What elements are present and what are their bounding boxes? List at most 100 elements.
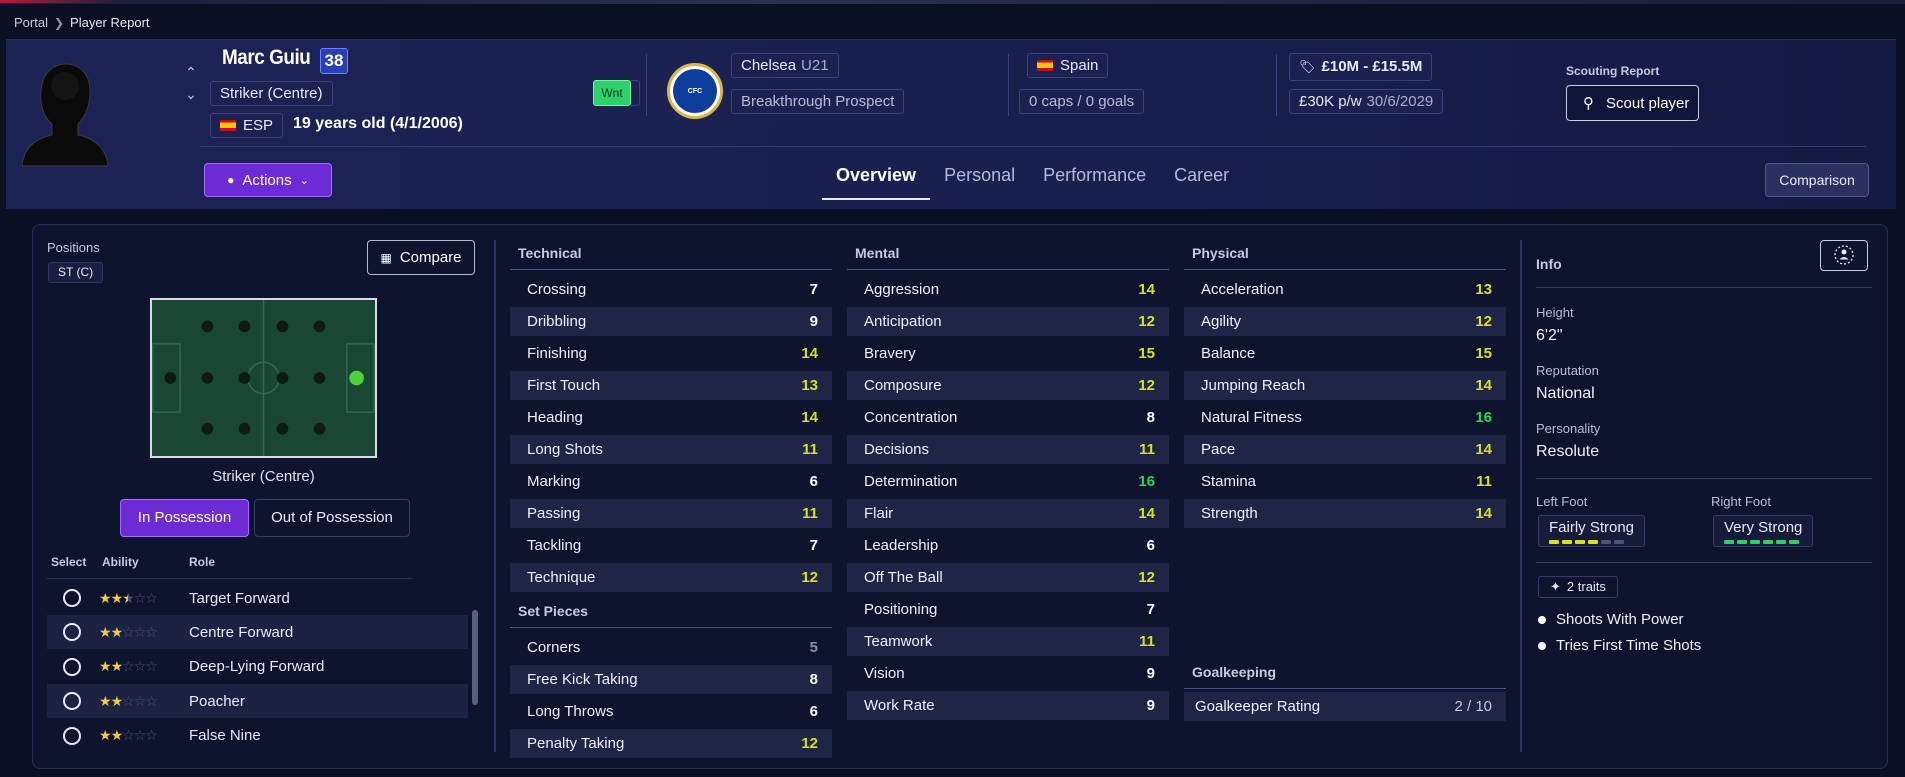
- trait-item: Shoots With Power: [1538, 611, 1684, 628]
- breadcrumb: Portal ❯ Player Report: [14, 15, 150, 30]
- role-radio[interactable]: [63, 692, 81, 711]
- attribute-value: 12: [801, 735, 818, 752]
- wanted-badge-dropdown[interactable]: [631, 80, 640, 106]
- attribute-name: Flair: [864, 505, 894, 522]
- role-row[interactable]: ★★☆☆☆ Deep-Lying Forward: [47, 650, 468, 684]
- info-divider: [1536, 287, 1872, 288]
- attribute-value: 15: [1138, 345, 1155, 362]
- attribute-value: 16: [1475, 409, 1492, 426]
- left-foot-chip: Fairly Strong: [1538, 515, 1646, 547]
- player-position-chip: Striker (Centre): [210, 81, 333, 106]
- attribute-value: 9: [809, 313, 818, 330]
- attribute-row: Composure 12: [847, 371, 1169, 400]
- wanted-badge[interactable]: Wnt: [593, 80, 631, 106]
- technical-title: Technical: [518, 245, 582, 261]
- tab-performance[interactable]: Performance: [1029, 161, 1160, 200]
- previous-player-button[interactable]: ⌃: [182, 64, 200, 80]
- attribute-name: Natural Fitness: [1201, 409, 1302, 426]
- comparison-button[interactable]: Comparison: [1765, 163, 1869, 197]
- roles-header-select: Select: [51, 555, 87, 569]
- goalkeeping-divider: [1184, 688, 1506, 689]
- roles-header-ability: Ability: [102, 555, 139, 569]
- tab-personal[interactable]: Personal: [930, 161, 1029, 200]
- role-name: Target Forward: [189, 589, 290, 607]
- attribute-value: 7: [809, 537, 818, 554]
- header-divider: [200, 146, 1866, 147]
- club-chip[interactable]: Chelsea U21: [731, 53, 839, 78]
- in-possession-toggle[interactable]: In Possession: [120, 499, 249, 537]
- scout-player-button[interactable]: ⚲ Scout player: [1566, 85, 1699, 121]
- attribute-row: Heading 14: [510, 403, 832, 432]
- sparkle-icon: ✦: [1550, 579, 1561, 594]
- star-rating-icon: ★★☆☆☆: [99, 727, 158, 744]
- position-chip: ST (C): [48, 262, 104, 283]
- out-of-possession-toggle[interactable]: Out of Possession: [254, 499, 410, 537]
- chelsea-crest-icon[interactable]: CFC: [667, 63, 723, 119]
- attribute-value: 8: [809, 671, 818, 688]
- nation-chip[interactable]: Spain: [1027, 53, 1109, 78]
- attribute-value: 12: [1138, 313, 1155, 330]
- mental-title: Mental: [855, 245, 900, 261]
- attribute-row: Leadership 6: [847, 531, 1169, 560]
- role-row[interactable]: ★★☆☆☆ Poacher: [47, 684, 468, 719]
- attribute-name: Technique: [527, 569, 596, 586]
- search-icon: ⚲: [1583, 95, 1594, 112]
- attribute-row: Acceleration 13: [1184, 275, 1506, 304]
- breadcrumb-root[interactable]: Portal: [14, 15, 48, 30]
- attribute-value: 14: [1475, 441, 1492, 458]
- role-radio[interactable]: [63, 726, 81, 745]
- attribute-name: First Touch: [527, 377, 601, 394]
- club-status-chip: Breakthrough Prospect: [731, 89, 905, 114]
- tab-overview[interactable]: Overview: [822, 161, 931, 200]
- attribute-row: Dribbling 9: [510, 307, 832, 336]
- attribute-value: 11: [1139, 441, 1155, 458]
- star-rating-icon: ★★☆☆☆: [99, 658, 158, 675]
- role-row[interactable]: ★★☆☆☆ False Nine: [47, 719, 468, 753]
- set-pieces-title: Set Pieces: [518, 603, 589, 619]
- attribute-name: Free Kick Taking: [527, 671, 638, 688]
- reputation-value: National: [1536, 385, 1595, 402]
- attribute-row: Aggression 14: [847, 275, 1169, 304]
- star-rating-icon: ★★☆☆☆: [99, 623, 158, 640]
- role-row[interactable]: ★★★☆☆ Target Forward: [47, 581, 468, 615]
- attribute-name: Heading: [527, 409, 583, 426]
- person-icon: [1834, 245, 1854, 265]
- attribute-row: Off The Ball 12: [847, 563, 1169, 592]
- tab-career[interactable]: Career: [1160, 161, 1243, 200]
- attribute-row: Decisions 11: [847, 435, 1169, 464]
- role-radio[interactable]: [63, 623, 81, 642]
- right-foot-value: Very Strong: [1724, 519, 1803, 536]
- attribute-value: 6: [809, 473, 818, 490]
- roles-scrollbar[interactable]: [472, 610, 478, 705]
- physical-divider: [1184, 269, 1506, 270]
- attribute-name: Finishing: [527, 345, 588, 362]
- actions-button[interactable]: ● Actions ⌄: [204, 163, 332, 197]
- person-settings-button[interactable]: [1820, 240, 1868, 271]
- attribute-value: 5: [809, 639, 818, 656]
- attribute-row: Free Kick Taking 8: [510, 665, 832, 694]
- goalkeeper-rating-row: Goalkeeper Rating 2 / 10: [1184, 692, 1506, 721]
- positions-label: Positions: [47, 240, 100, 255]
- role-radio[interactable]: [63, 657, 81, 676]
- top-accent-line: [0, 0, 1905, 4]
- role-radio[interactable]: [63, 589, 81, 607]
- spain-flag-icon: [1037, 60, 1053, 71]
- goalkeeper-rating-value: 2 / 10: [1454, 698, 1492, 715]
- attribute-row: Natural Fitness 16: [1184, 403, 1506, 432]
- attribute-row: Flair 14: [847, 499, 1169, 528]
- next-player-button[interactable]: ⌄: [182, 86, 200, 102]
- attribute-value: 13: [801, 377, 818, 394]
- role-row[interactable]: ★★☆☆☆ Centre Forward: [47, 615, 468, 650]
- attribute-name: Jumping Reach: [1201, 377, 1306, 394]
- scouting-report-label: Scouting Report: [1566, 64, 1660, 78]
- goalkeeping-title: Goalkeeping: [1192, 664, 1277, 680]
- attribute-name: Penalty Taking: [527, 735, 625, 752]
- compare-button[interactable]: ▦ Compare: [367, 240, 475, 275]
- right-foot-label: Right Foot: [1711, 494, 1771, 509]
- height-label: Height: [1536, 305, 1574, 320]
- attribute-name: Vision: [864, 665, 905, 682]
- attribute-value: 11: [1139, 633, 1155, 650]
- attribute-row: Passing 11: [510, 499, 832, 528]
- attribute-value: 11: [802, 505, 818, 522]
- reputation-label: Reputation: [1536, 363, 1599, 378]
